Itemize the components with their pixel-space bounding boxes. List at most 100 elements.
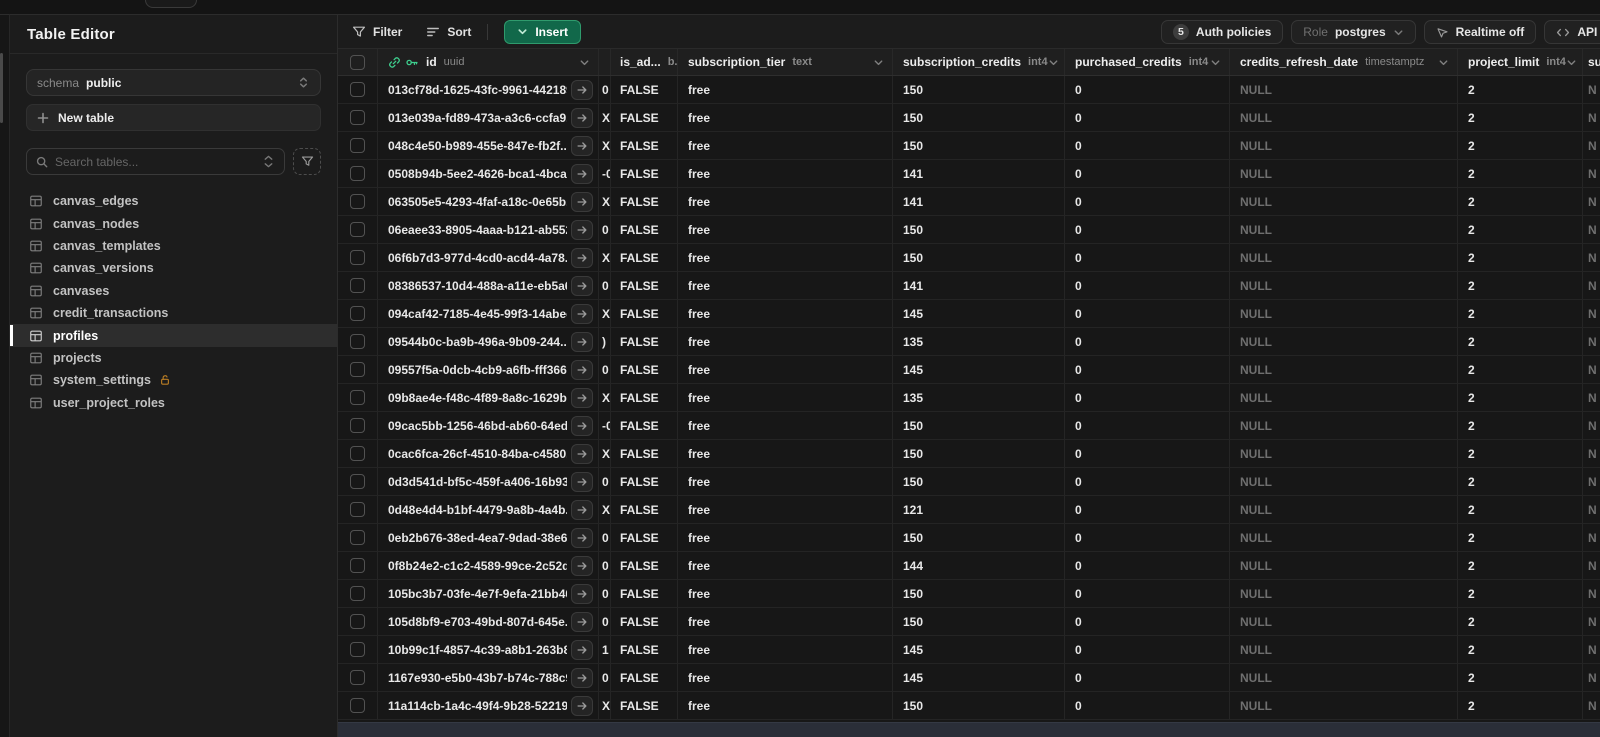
cell-subscription-tier[interactable]: free — [678, 160, 893, 187]
cell-subscription-credits[interactable]: 141 — [893, 272, 1065, 299]
filter-button[interactable]: Filter — [352, 25, 402, 39]
cell-purchased-credits[interactable]: 0 — [1065, 496, 1230, 523]
cell-subscription-tier[interactable]: free — [678, 692, 893, 719]
cell-credits-refresh-date[interactable]: NULL — [1230, 272, 1458, 299]
cell-subscription-credits[interactable]: 150 — [893, 692, 1065, 719]
cell-is-admin[interactable]: FALSE — [611, 244, 678, 271]
sidebar-item-profiles[interactable]: profiles — [10, 324, 337, 347]
cell-overflow[interactable]: N — [1583, 468, 1600, 495]
cell-id[interactable]: 11a114cb-1a4c-49f4-9b28-52219ec... — [378, 692, 599, 719]
cell-is-admin[interactable]: FALSE — [611, 216, 678, 243]
new-table-button[interactable]: New table — [26, 104, 321, 131]
cell-overflow[interactable]: N — [1583, 552, 1600, 579]
expand-row-button[interactable] — [571, 359, 593, 380]
cell-subscription-tier[interactable]: free — [678, 132, 893, 159]
cell-truncated[interactable]: 0 — [599, 580, 611, 607]
row-checkbox[interactable] — [350, 306, 365, 321]
cell-subscription-credits[interactable]: 135 — [893, 328, 1065, 355]
cell-is-admin[interactable]: FALSE — [611, 496, 678, 523]
cell-truncated[interactable]: -0 — [599, 412, 611, 439]
cell-is-admin[interactable]: FALSE — [611, 412, 678, 439]
expand-row-button[interactable] — [571, 275, 593, 296]
cell-subscription-tier[interactable]: free — [678, 216, 893, 243]
cell-subscription-tier[interactable]: free — [678, 188, 893, 215]
cell-credits-refresh-date[interactable]: NULL — [1230, 384, 1458, 411]
cell-purchased-credits[interactable]: 0 — [1065, 580, 1230, 607]
cell-subscription-credits[interactable]: 135 — [893, 384, 1065, 411]
cell-id[interactable]: 0f8b24e2-c1c2-4589-99ce-2c52d... — [378, 552, 599, 579]
expand-row-button[interactable] — [571, 583, 593, 604]
cell-truncated[interactable]: X — [599, 132, 611, 159]
expand-row-button[interactable] — [571, 79, 593, 100]
cell-subscription-credits[interactable]: 150 — [893, 76, 1065, 103]
cell-subscription-credits[interactable]: 145 — [893, 300, 1065, 327]
cell-credits-refresh-date[interactable]: NULL — [1230, 104, 1458, 131]
column-header-id[interactable]: id uuid — [378, 49, 599, 75]
cell-subscription-credits[interactable]: 150 — [893, 216, 1065, 243]
cell-project-limit[interactable]: 2 — [1458, 580, 1583, 607]
cell-is-admin[interactable]: FALSE — [611, 468, 678, 495]
column-header-project-limit[interactable]: project_limit int4 — [1458, 49, 1583, 75]
cell-subscription-credits[interactable]: 150 — [893, 440, 1065, 467]
cell-truncated[interactable]: X — [599, 104, 611, 131]
cell-purchased-credits[interactable]: 0 — [1065, 76, 1230, 103]
cell-purchased-credits[interactable]: 0 — [1065, 468, 1230, 495]
row-checkbox[interactable] — [350, 250, 365, 265]
cell-truncated[interactable]: 0 — [599, 272, 611, 299]
expand-row-button[interactable] — [571, 331, 593, 352]
cell-subscription-tier[interactable]: free — [678, 244, 893, 271]
cell-is-admin[interactable]: FALSE — [611, 692, 678, 719]
cell-subscription-tier[interactable]: free — [678, 356, 893, 383]
cell-purchased-credits[interactable]: 0 — [1065, 300, 1230, 327]
row-checkbox[interactable] — [350, 362, 365, 377]
cell-project-limit[interactable]: 2 — [1458, 76, 1583, 103]
cell-credits-refresh-date[interactable]: NULL — [1230, 608, 1458, 635]
cell-overflow[interactable]: N — [1583, 636, 1600, 663]
cell-overflow[interactable]: N — [1583, 608, 1600, 635]
tables-filter-button[interactable] — [293, 148, 321, 175]
cell-credits-refresh-date[interactable]: NULL — [1230, 188, 1458, 215]
cell-id[interactable]: 08386537-10d4-488a-a11e-eb5a6... — [378, 272, 599, 299]
cell-truncated[interactable]: X — [599, 440, 611, 467]
row-checkbox[interactable] — [350, 166, 365, 181]
expand-row-button[interactable] — [571, 611, 593, 632]
cell-overflow[interactable]: N — [1583, 328, 1600, 355]
cell-project-limit[interactable]: 2 — [1458, 384, 1583, 411]
cell-truncated[interactable]: 0 — [599, 356, 611, 383]
cell-is-admin[interactable]: FALSE — [611, 300, 678, 327]
expand-row-button[interactable] — [571, 303, 593, 324]
cell-project-limit[interactable]: 2 — [1458, 328, 1583, 355]
cell-purchased-credits[interactable]: 0 — [1065, 132, 1230, 159]
cell-credits-refresh-date[interactable]: NULL — [1230, 76, 1458, 103]
cell-truncated[interactable]: 0 — [599, 552, 611, 579]
expand-row-button[interactable] — [571, 555, 593, 576]
cell-truncated[interactable]: 0 — [599, 608, 611, 635]
cell-overflow[interactable]: N — [1583, 580, 1600, 607]
sidebar-item-user_project_roles[interactable]: user_project_roles — [10, 392, 337, 414]
cell-overflow[interactable]: N — [1583, 496, 1600, 523]
cell-id[interactable]: 0cac6fca-26cf-4510-84ba-c4580... — [378, 440, 599, 467]
cell-is-admin[interactable]: FALSE — [611, 76, 678, 103]
cell-is-admin[interactable]: FALSE — [611, 104, 678, 131]
cell-purchased-credits[interactable]: 0 — [1065, 384, 1230, 411]
cell-subscription-credits[interactable]: 150 — [893, 580, 1065, 607]
cell-project-limit[interactable]: 2 — [1458, 188, 1583, 215]
sidebar-item-canvas_versions[interactable]: canvas_versions — [10, 257, 337, 279]
cell-project-limit[interactable]: 2 — [1458, 356, 1583, 383]
cell-subscription-credits[interactable]: 141 — [893, 188, 1065, 215]
cell-project-limit[interactable]: 2 — [1458, 272, 1583, 299]
column-header-purchased-credits[interactable]: purchased_credits int4 — [1065, 49, 1230, 75]
cell-truncated[interactable]: 0 — [599, 216, 611, 243]
cell-truncated[interactable]: 1 — [599, 636, 611, 663]
cell-subscription-credits[interactable]: 150 — [893, 244, 1065, 271]
cell-project-limit[interactable]: 2 — [1458, 552, 1583, 579]
cell-overflow[interactable]: N — [1583, 160, 1600, 187]
cell-overflow[interactable]: N — [1583, 412, 1600, 439]
cell-overflow[interactable]: N — [1583, 272, 1600, 299]
cell-purchased-credits[interactable]: 0 — [1065, 608, 1230, 635]
cell-credits-refresh-date[interactable]: NULL — [1230, 468, 1458, 495]
expand-row-button[interactable] — [571, 471, 593, 492]
role-select[interactable]: Role postgres — [1291, 20, 1416, 44]
row-checkbox[interactable] — [350, 82, 365, 97]
chevron-down-icon[interactable] — [1210, 57, 1221, 68]
